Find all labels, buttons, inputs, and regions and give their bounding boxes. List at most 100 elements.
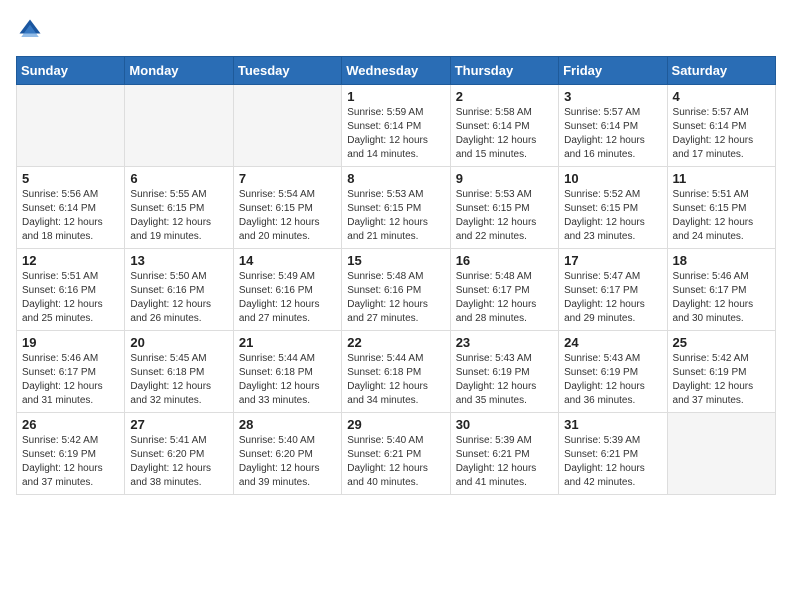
day-number: 27 bbox=[130, 417, 227, 432]
calendar-day-cell: 13Sunrise: 5:50 AM Sunset: 6:16 PM Dayli… bbox=[125, 249, 233, 331]
day-info: Sunrise: 5:58 AM Sunset: 6:14 PM Dayligh… bbox=[456, 106, 553, 162]
day-info: Sunrise: 5:43 AM Sunset: 6:19 PM Dayligh… bbox=[564, 352, 661, 408]
day-number: 30 bbox=[456, 417, 553, 432]
day-number: 20 bbox=[130, 335, 227, 350]
day-number: 9 bbox=[456, 171, 553, 186]
logo-icon bbox=[16, 16, 44, 44]
logo bbox=[16, 16, 48, 44]
day-of-week-header: Saturday bbox=[667, 57, 775, 85]
day-number: 18 bbox=[673, 253, 770, 268]
day-info: Sunrise: 5:51 AM Sunset: 6:15 PM Dayligh… bbox=[673, 188, 770, 244]
day-info: Sunrise: 5:48 AM Sunset: 6:17 PM Dayligh… bbox=[456, 270, 553, 326]
calendar-day-cell: 25 Sunrise: 5:42 AM Sunset: 6:19 PM Dayli… bbox=[667, 331, 775, 413]
day-number: 8 bbox=[347, 171, 444, 186]
day-number: 5 bbox=[22, 171, 119, 186]
calendar-day-cell bbox=[17, 85, 125, 167]
day-of-week-header: Thursday bbox=[450, 57, 558, 85]
calendar-day-cell: 30 Sunrise: 5:39 AM Sunset: 6:21 PM Dayli… bbox=[450, 413, 558, 495]
calendar-day-cell bbox=[233, 85, 341, 167]
day-info: Sunrise: 5:46 AM Sunset: 6:17 PM Dayligh… bbox=[673, 270, 770, 326]
calendar-week-row: 1 Sunrise: 5:59 AM Sunset: 6:14 PM Daylig… bbox=[17, 85, 776, 167]
calendar-day-cell: 18 Sunrise: 5:46 AM Sunset: 6:17 PM Dayli… bbox=[667, 249, 775, 331]
day-number: 16 bbox=[456, 253, 553, 268]
calendar-day-cell: 8 Sunrise: 5:53 AM Sunset: 6:15 PM Daylig… bbox=[342, 167, 450, 249]
day-info: Sunrise: 5:49 AM Sunset: 6:16 PM Dayligh… bbox=[239, 270, 336, 326]
calendar-week-row: 12 Sunrise: 5:51 AM Sunset: 6:16 PM Dayli… bbox=[17, 249, 776, 331]
day-info: Sunrise: 5:51 AM Sunset: 6:16 PM Dayligh… bbox=[22, 270, 119, 326]
day-number: 25 bbox=[673, 335, 770, 350]
calendar-day-cell: 26 Sunrise: 5:42 AM Sunset: 6:19 PM Dayli… bbox=[17, 413, 125, 495]
day-info: Sunrise: 5:45 AM Sunset: 6:18 PM Dayligh… bbox=[130, 352, 227, 408]
day-number: 15 bbox=[347, 253, 444, 268]
calendar-day-cell: 19 Sunrise: 5:46 AM Sunset: 6:17 PM Dayli… bbox=[17, 331, 125, 413]
day-number: 22 bbox=[347, 335, 444, 350]
calendar-day-cell: 1 Sunrise: 5:59 AM Sunset: 6:14 PM Daylig… bbox=[342, 85, 450, 167]
calendar-day-cell: 22 Sunrise: 5:44 AM Sunset: 6:18 PM Dayli… bbox=[342, 331, 450, 413]
day-of-week-header: Sunday bbox=[17, 57, 125, 85]
calendar-day-cell: 11 Sunrise: 5:51 AM Sunset: 6:15 PM Dayli… bbox=[667, 167, 775, 249]
day-info: Sunrise: 5:44 AM Sunset: 6:18 PM Dayligh… bbox=[239, 352, 336, 408]
calendar-week-row: 19 Sunrise: 5:46 AM Sunset: 6:17 PM Dayli… bbox=[17, 331, 776, 413]
calendar-day-cell: 24 Sunrise: 5:43 AM Sunset: 6:19 PM Dayli… bbox=[559, 331, 667, 413]
day-number: 10 bbox=[564, 171, 661, 186]
day-info: Sunrise: 5:54 AM Sunset: 6:15 PM Dayligh… bbox=[239, 188, 336, 244]
day-info: Sunrise: 5:48 AM Sunset: 6:16 PM Dayligh… bbox=[347, 270, 444, 326]
calendar-day-cell: 23 Sunrise: 5:43 AM Sunset: 6:19 PM Dayli… bbox=[450, 331, 558, 413]
day-info: Sunrise: 5:42 AM Sunset: 6:19 PM Dayligh… bbox=[22, 434, 119, 490]
calendar-day-cell: 3 Sunrise: 5:57 AM Sunset: 6:14 PM Daylig… bbox=[559, 85, 667, 167]
calendar-day-cell: 5 Sunrise: 5:56 AM Sunset: 6:14 PM Daylig… bbox=[17, 167, 125, 249]
day-info: Sunrise: 5:39 AM Sunset: 6:21 PM Dayligh… bbox=[456, 434, 553, 490]
day-info: Sunrise: 5:43 AM Sunset: 6:19 PM Dayligh… bbox=[456, 352, 553, 408]
calendar-header-row: SundayMondayTuesdayWednesdayThursdayFrid… bbox=[17, 57, 776, 85]
day-info: Sunrise: 5:44 AM Sunset: 6:18 PM Dayligh… bbox=[347, 352, 444, 408]
day-number: 26 bbox=[22, 417, 119, 432]
day-info: Sunrise: 5:42 AM Sunset: 6:19 PM Dayligh… bbox=[673, 352, 770, 408]
calendar-day-cell: 10 Sunrise: 5:52 AM Sunset: 6:15 PM Dayli… bbox=[559, 167, 667, 249]
calendar-day-cell: 7 Sunrise: 5:54 AM Sunset: 6:15 PM Daylig… bbox=[233, 167, 341, 249]
day-of-week-header: Tuesday bbox=[233, 57, 341, 85]
day-number: 24 bbox=[564, 335, 661, 350]
day-number: 1 bbox=[347, 89, 444, 104]
day-info: Sunrise: 5:41 AM Sunset: 6:20 PM Dayligh… bbox=[130, 434, 227, 490]
day-number: 7 bbox=[239, 171, 336, 186]
calendar-day-cell: 28Sunrise: 5:40 AM Sunset: 6:20 PM Dayli… bbox=[233, 413, 341, 495]
day-number: 3 bbox=[564, 89, 661, 104]
calendar-day-cell bbox=[667, 413, 775, 495]
page-header bbox=[16, 16, 776, 44]
day-number: 13 bbox=[130, 253, 227, 268]
day-info: Sunrise: 5:56 AM Sunset: 6:14 PM Dayligh… bbox=[22, 188, 119, 244]
day-info: Sunrise: 5:53 AM Sunset: 6:15 PM Dayligh… bbox=[347, 188, 444, 244]
calendar-day-cell: 15 Sunrise: 5:48 AM Sunset: 6:16 PM Dayli… bbox=[342, 249, 450, 331]
day-info: Sunrise: 5:40 AM Sunset: 6:20 PM Dayligh… bbox=[239, 434, 336, 490]
day-info: Sunrise: 5:52 AM Sunset: 6:15 PM Dayligh… bbox=[564, 188, 661, 244]
calendar-week-row: 5 Sunrise: 5:56 AM Sunset: 6:14 PM Daylig… bbox=[17, 167, 776, 249]
day-info: Sunrise: 5:57 AM Sunset: 6:14 PM Dayligh… bbox=[673, 106, 770, 162]
day-info: Sunrise: 5:59 AM Sunset: 6:14 PM Dayligh… bbox=[347, 106, 444, 162]
day-of-week-header: Monday bbox=[125, 57, 233, 85]
day-number: 29 bbox=[347, 417, 444, 432]
day-number: 11 bbox=[673, 171, 770, 186]
day-number: 21 bbox=[239, 335, 336, 350]
day-of-week-header: Wednesday bbox=[342, 57, 450, 85]
calendar-day-cell: 29 Sunrise: 5:40 AM Sunset: 6:21 PM Dayli… bbox=[342, 413, 450, 495]
day-info: Sunrise: 5:40 AM Sunset: 6:21 PM Dayligh… bbox=[347, 434, 444, 490]
calendar-day-cell: 20 Sunrise: 5:45 AM Sunset: 6:18 PM Dayli… bbox=[125, 331, 233, 413]
day-info: Sunrise: 5:57 AM Sunset: 6:14 PM Dayligh… bbox=[564, 106, 661, 162]
day-info: Sunrise: 5:39 AM Sunset: 6:21 PM Dayligh… bbox=[564, 434, 661, 490]
day-info: Sunrise: 5:46 AM Sunset: 6:17 PM Dayligh… bbox=[22, 352, 119, 408]
calendar-table: SundayMondayTuesdayWednesdayThursdayFrid… bbox=[16, 56, 776, 495]
day-of-week-header: Friday bbox=[559, 57, 667, 85]
calendar-day-cell: 14 Sunrise: 5:49 AM Sunset: 6:16 PM Dayli… bbox=[233, 249, 341, 331]
day-number: 17 bbox=[564, 253, 661, 268]
calendar-day-cell: 27 Sunrise: 5:41 AM Sunset: 6:20 PM Dayli… bbox=[125, 413, 233, 495]
calendar-day-cell: 17 Sunrise: 5:47 AM Sunset: 6:17 PM Dayli… bbox=[559, 249, 667, 331]
day-info: Sunrise: 5:47 AM Sunset: 6:17 PM Dayligh… bbox=[564, 270, 661, 326]
calendar-day-cell bbox=[125, 85, 233, 167]
day-number: 4 bbox=[673, 89, 770, 104]
day-number: 2 bbox=[456, 89, 553, 104]
day-number: 12 bbox=[22, 253, 119, 268]
calendar-day-cell: 21 Sunrise: 5:44 AM Sunset: 6:18 PM Dayli… bbox=[233, 331, 341, 413]
day-number: 19 bbox=[22, 335, 119, 350]
day-number: 23 bbox=[456, 335, 553, 350]
day-number: 14 bbox=[239, 253, 336, 268]
